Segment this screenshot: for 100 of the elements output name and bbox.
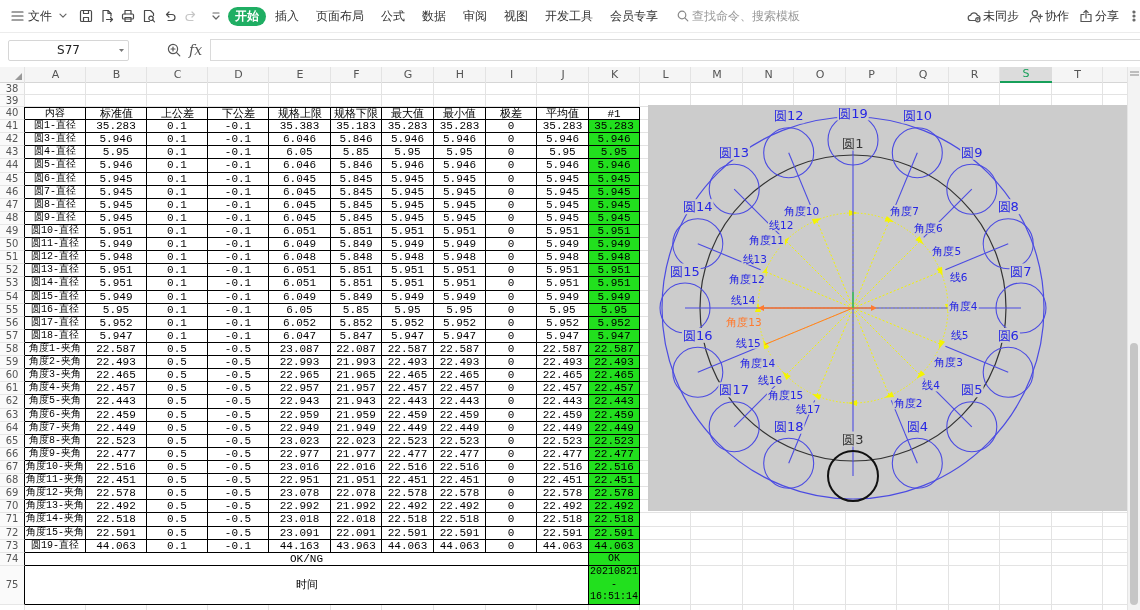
table-cell: 0.1 bbox=[147, 120, 208, 134]
ribbon-tab[interactable]: 开发工具 bbox=[536, 6, 601, 26]
column-header[interactable]: D bbox=[208, 67, 269, 83]
column-header[interactable]: E bbox=[269, 67, 331, 83]
result-cell: 5.946 bbox=[589, 133, 640, 147]
table-cell: 22.578 bbox=[86, 487, 147, 501]
row-number[interactable]: 42 bbox=[0, 133, 25, 147]
formula-input[interactable] bbox=[210, 39, 1140, 61]
collaborate-button[interactable]: 协作 bbox=[1029, 8, 1069, 24]
column-header[interactable]: M bbox=[691, 67, 743, 83]
ribbon-tab[interactable]: 插入 bbox=[266, 6, 307, 26]
row-number[interactable]: 39 bbox=[0, 95, 25, 107]
column-header[interactable]: J bbox=[537, 67, 589, 83]
ribbon-tab[interactable]: 页面布局 bbox=[307, 6, 372, 26]
row-number[interactable]: 75 bbox=[0, 565, 25, 605]
vertical-scrollbar[interactable] bbox=[1127, 67, 1140, 610]
row-number[interactable]: 44 bbox=[0, 159, 25, 173]
share-icon[interactable] bbox=[1079, 9, 1093, 23]
angle-label: 线4 bbox=[922, 379, 940, 392]
printer-icon[interactable] bbox=[121, 9, 135, 23]
column-header[interactable]: T bbox=[1052, 67, 1103, 83]
column-header[interactable]: C bbox=[147, 67, 208, 83]
table-cell: 22.457 bbox=[434, 382, 486, 396]
row-number[interactable]: 38 bbox=[0, 83, 25, 95]
row-number[interactable]: 68 bbox=[0, 474, 25, 488]
ribbon-tab[interactable]: 审阅 bbox=[454, 6, 495, 26]
table-cell: 5.951 bbox=[537, 277, 589, 291]
table-cell: 22.578 bbox=[434, 487, 486, 501]
table-cell: 0 bbox=[486, 369, 537, 383]
column-header[interactable]: R bbox=[949, 67, 1000, 83]
document-arrow-icon[interactable] bbox=[100, 9, 114, 23]
table-cell: 圆13-直径 bbox=[25, 264, 86, 278]
row-number[interactable]: 43 bbox=[0, 146, 25, 160]
row-number[interactable]: 53 bbox=[0, 277, 25, 291]
table-cell: 5.948 bbox=[86, 251, 147, 265]
table-cell: 0 bbox=[486, 513, 537, 527]
ribbon-tab[interactable]: 会员专享 bbox=[601, 6, 666, 26]
column-header[interactable]: A bbox=[25, 67, 86, 83]
row-number[interactable]: 51 bbox=[0, 251, 25, 265]
column-header[interactable]: O bbox=[794, 67, 846, 83]
column-header[interactable]: F bbox=[331, 67, 382, 83]
cloud-icon[interactable] bbox=[967, 9, 981, 23]
user-plus-icon[interactable] bbox=[1029, 9, 1043, 23]
column-header[interactable]: L bbox=[640, 67, 691, 83]
result-cell: 5.95 bbox=[589, 146, 640, 160]
row-number[interactable]: 69 bbox=[0, 487, 25, 501]
row-number[interactable]: 61 bbox=[0, 382, 25, 396]
caret-icon[interactable] bbox=[119, 48, 124, 52]
save-icon[interactable] bbox=[79, 9, 93, 23]
table-cell: -0.1 bbox=[208, 277, 269, 291]
row-number[interactable]: 52 bbox=[0, 264, 25, 278]
row-number[interactable]: 40 bbox=[0, 107, 25, 121]
result-cell: 22.465 bbox=[589, 369, 640, 383]
print-preview-icon[interactable] bbox=[142, 9, 156, 23]
column-header[interactable]: I bbox=[486, 67, 537, 83]
undo-icon[interactable] bbox=[163, 9, 177, 23]
column-header[interactable]: K bbox=[589, 67, 640, 83]
caret-icon[interactable] bbox=[59, 13, 67, 19]
table-cell: 22.443 bbox=[86, 395, 147, 409]
table-cell: 0.1 bbox=[147, 146, 208, 160]
table-cell: 角度3-夹角 bbox=[25, 369, 86, 383]
column-header[interactable]: P bbox=[846, 67, 897, 83]
column-header[interactable]: G bbox=[382, 67, 434, 83]
scrollbar-thumb[interactable] bbox=[1130, 343, 1138, 605]
column-header[interactable]: N bbox=[743, 67, 794, 83]
function-label[interactable]: fx bbox=[189, 42, 203, 58]
search-field[interactable]: 查找命令、搜索模板 bbox=[692, 9, 800, 23]
sync-button[interactable]: 未同步 bbox=[967, 8, 1019, 24]
ribbon-tab[interactable]: 视图 bbox=[495, 6, 536, 26]
row-number[interactable]: 62 bbox=[0, 395, 25, 409]
dropdown-icon[interactable] bbox=[211, 11, 221, 21]
column-header[interactable]: H bbox=[434, 67, 486, 83]
file-menu[interactable]: 文件 bbox=[11, 5, 67, 27]
table-cell: 圆3-直径 bbox=[25, 133, 86, 147]
more-icon[interactable] bbox=[1132, 10, 1136, 22]
table-cell: 0 bbox=[486, 264, 537, 278]
select-all-icon[interactable] bbox=[15, 73, 22, 80]
circle-label: 圆12 bbox=[773, 108, 804, 124]
name-box[interactable]: S77 bbox=[8, 39, 129, 61]
table-cell: 圆14-直径 bbox=[25, 277, 86, 291]
drag-handle-icon[interactable] bbox=[1129, 71, 1139, 76]
row-number[interactable]: 70 bbox=[0, 500, 25, 514]
angle-label: 线12 bbox=[769, 218, 794, 231]
table-cell: 6.051 bbox=[269, 277, 331, 291]
row-number[interactable]: 50 bbox=[0, 238, 25, 252]
row-number[interactable]: 71 bbox=[0, 513, 25, 527]
row-number[interactable]: 60 bbox=[0, 369, 25, 383]
angle-label: 角度14 bbox=[739, 356, 776, 369]
table-cell: 0 bbox=[486, 382, 537, 396]
zoom-in-icon[interactable] bbox=[167, 43, 181, 57]
table-cell: 0.5 bbox=[147, 513, 208, 527]
column-header[interactable]: Q bbox=[897, 67, 949, 83]
share-button[interactable]: 分享 bbox=[1079, 8, 1119, 24]
result-cell: 35.283 bbox=[589, 120, 640, 134]
ribbon-tab[interactable]: 公式 bbox=[372, 6, 413, 26]
column-header[interactable]: B bbox=[86, 67, 147, 83]
menu-icon[interactable] bbox=[11, 10, 24, 22]
row-number[interactable]: 41 bbox=[0, 120, 25, 134]
row-number[interactable]: 59 bbox=[0, 356, 25, 370]
ribbon-tab[interactable]: 数据 bbox=[413, 6, 454, 26]
